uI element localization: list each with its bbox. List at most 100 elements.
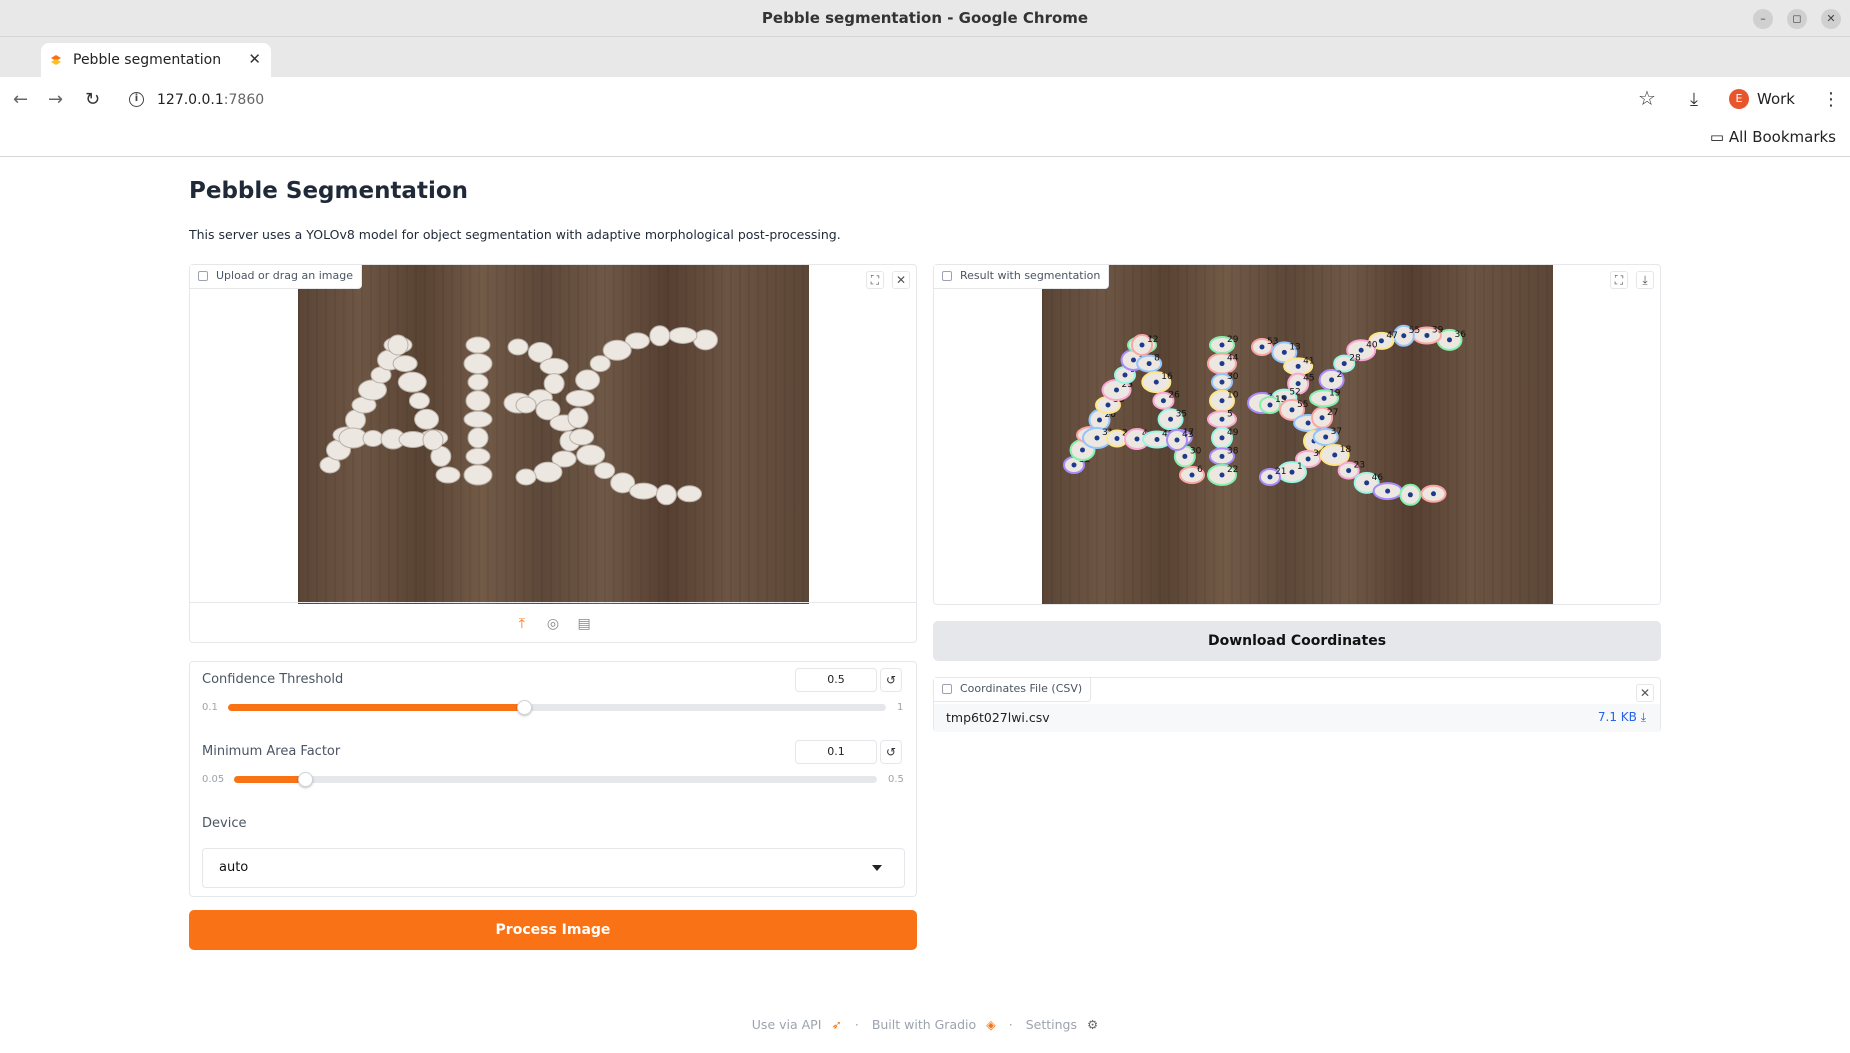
input-image-panel[interactable]: Upload or drag an image ⛶ ✕ ⤒ ◎ ▤ [189,264,917,643]
url-text: 127.0.0.1:7860 [157,92,265,108]
window-titlebar: Pebble segmentation - Google Chrome – ◻ … [0,0,1850,37]
pebble [649,325,671,347]
gradio-logo-icon: ◈ [986,1017,996,1032]
tab-close-icon[interactable]: ✕ [248,50,261,68]
centroid-marker [1219,361,1225,367]
pebble [565,389,595,407]
download-icon[interactable]: ⤓ [1690,89,1698,110]
pebble-id-label: 30 [1227,372,1239,382]
download-image-icon[interactable]: ⤓ [1636,271,1654,289]
image-icon [198,271,208,281]
clipboard-icon[interactable]: ▤ [575,615,593,633]
output-image-label: Result with segmentation [934,265,1110,289]
fullscreen-icon[interactable]: ⛶ [1609,271,1628,289]
gradio-favicon-icon [51,55,61,65]
process-image-button[interactable]: Process Image [189,910,917,950]
coordinates-file-panel: Coordinates File (CSV) ✕ tmp6t027lwi.csv… [933,677,1661,732]
centroid-marker [1219,342,1225,348]
centroid-marker [1358,347,1364,353]
confidence-max: 1 [897,702,904,713]
pebble [539,357,569,375]
folder-icon: ▭ [1709,128,1729,146]
chrome-menu-icon[interactable]: ⋮ [1822,89,1840,110]
pebble [507,338,529,356]
upload-source-toolbar: ⤒ ◎ ▤ [190,602,916,642]
download-coordinates-button[interactable]: Download Coordinates [933,621,1661,661]
output-image-panel: Result with segmentation ⛶ ⤓ 32425420332… [933,264,1661,605]
input-image-label: Upload or drag an image [190,265,362,289]
centroid-marker [1267,474,1273,480]
min-area-slider-thumb[interactable] [298,772,313,787]
tab-pebble-segmentation[interactable]: Pebble segmentation ✕ [41,43,271,77]
maximize-button[interactable]: ◻ [1787,9,1807,29]
pebble-id-label: 21 [1275,467,1286,477]
site-info-icon[interactable]: i [129,92,144,107]
centroid-marker [1131,357,1136,363]
close-window-button[interactable]: ✕ [1821,9,1841,29]
min-area-reset-icon[interactable]: ↺ [880,740,902,764]
centroid-marker [1323,434,1329,440]
centroid-marker [1094,435,1100,441]
built-with-gradio-link[interactable]: Built with Gradio ◈ [869,1017,999,1032]
pebble [515,396,537,414]
centroid-marker [1114,436,1120,441]
clear-image-icon[interactable]: ✕ [892,271,910,289]
pebble-id-label: 47 [1386,331,1397,341]
settings-link[interactable]: Settings ⚙ [1023,1017,1101,1032]
min-area-input[interactable]: 0.1 [795,740,877,764]
confidence-reset-icon[interactable]: ↺ [880,668,902,692]
pebble-id-label: 41 [1303,356,1314,366]
pebble-id-label: 43 [1182,430,1193,440]
pebble-id-label: 8 [1154,354,1160,364]
pebble [589,355,611,373]
forward-icon[interactable]: → [48,89,63,110]
pebble [463,410,493,428]
confidence-min: 0.1 [202,702,218,713]
centroid-marker [1319,415,1325,421]
pebble-id-label: 39 [1432,325,1444,335]
gear-icon: ⚙ [1087,1017,1099,1032]
confidence-input[interactable]: 0.5 [795,668,877,692]
file-size-download-link[interactable]: 7.1 KB ⤓ [1598,710,1646,725]
webcam-icon[interactable]: ◎ [544,615,562,633]
centroid-marker [1219,398,1225,404]
centroid-marker [1219,416,1225,422]
pebble-id-label: 1 [1297,462,1303,472]
avatar: E [1729,89,1749,109]
pebble [408,392,430,410]
clear-file-icon[interactable]: ✕ [1636,684,1654,702]
bookmark-star-icon[interactable]: ☆ [1638,86,1656,110]
minimize-button[interactable]: – [1753,9,1773,29]
reload-icon[interactable]: ↻ [85,89,100,110]
pebble [515,468,537,486]
pebble-id-label: 40 [1366,340,1378,350]
centroid-marker [1139,342,1145,348]
confidence-slider-thumb[interactable] [517,700,532,715]
centroid-marker [1401,333,1407,339]
use-via-api-link[interactable]: Use via API ➶ [749,1017,845,1032]
fullscreen-icon[interactable]: ⛶ [865,271,884,289]
device-dropdown[interactable]: auto [202,848,905,888]
address-bar[interactable]: i 127.0.0.1:7860 [120,83,1675,117]
pebble [463,464,493,486]
centroid-marker [1329,377,1335,383]
pebble [465,390,491,412]
centroid-marker [1189,472,1195,478]
pebble-id-label: 44 [1227,354,1239,364]
page-title: Pebble Segmentation [189,178,469,204]
min-area-label: Minimum Area Factor [202,744,341,759]
min-area-slider[interactable] [234,772,877,787]
pebble-id-label: 6 [1197,465,1203,475]
back-icon[interactable]: ← [13,89,28,110]
pebble-id-label: 13 [1289,342,1300,352]
centroid-marker [1289,469,1295,475]
centroid-marker [1219,379,1225,385]
pebble-id-label: 12 [1147,335,1158,345]
centroid-marker [1097,417,1102,423]
all-bookmarks-button[interactable]: ▭ All Bookmarks [1710,128,1836,146]
confidence-label: Confidence Threshold [202,672,344,687]
pebble-id-label: 19 [1329,388,1341,398]
confidence-slider[interactable] [228,700,886,715]
upload-icon[interactable]: ⤒ [513,615,531,633]
footer-separator: · [854,1017,859,1032]
